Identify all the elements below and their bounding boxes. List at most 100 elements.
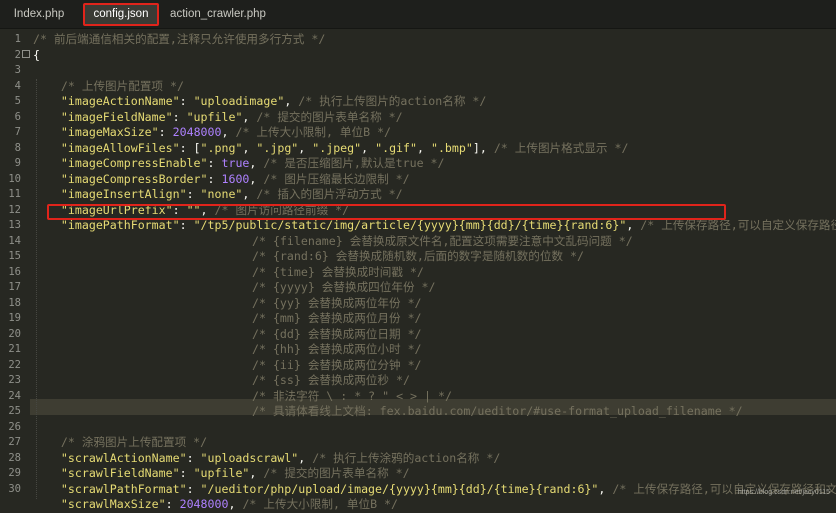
line-number: 9 <box>14 157 21 169</box>
indent-guide <box>36 79 37 499</box>
code-line: "imagePathFormat": "/tp5/public/static/i… <box>33 218 836 234</box>
code-token: "uploadimage" <box>193 94 285 108</box>
code-token: /* 上传大小限制, 单位B */ <box>242 497 399 511</box>
code-token: : [ <box>179 140 201 155</box>
fold-toggle-icon[interactable] <box>22 50 30 58</box>
line-number: 5 <box>14 95 21 107</box>
line-number: 12 <box>8 203 21 216</box>
code-line: "scrawlPathFormat": "/ueditor/php/upload… <box>33 482 836 498</box>
line-number: 26 <box>8 420 21 433</box>
code-token: /* 提交的图片表单名称 */ <box>263 466 410 480</box>
code-token: , <box>242 109 257 124</box>
code-token: ".jpg" <box>256 140 299 155</box>
code-token: "upfile" <box>193 466 250 480</box>
tab-config-json[interactable]: config.json <box>83 3 159 26</box>
line-number: 15 <box>8 250 21 262</box>
code-token: ".bmp" <box>430 140 473 155</box>
line-number: 17 <box>8 281 21 293</box>
code-token: /* 上传图片格式显示 */ <box>493 140 629 155</box>
code-line: /* 前后端通信相关的配置,注释只允许使用多行方式 */ <box>33 32 325 48</box>
tab-index-php[interactable]: Index.php <box>8 4 70 24</box>
code-token: , <box>598 481 613 496</box>
line-number: 7 <box>14 126 21 138</box>
line-number: 30 <box>8 482 21 495</box>
code-token: : <box>207 171 222 186</box>
code-token: /* 上传保存路径,可以自定义保存路径和 <box>640 218 836 232</box>
code-token: /* 涂鸦图片上传配置项 */ <box>60 435 208 449</box>
line-number: 14 <box>8 234 21 247</box>
code-token: ], <box>472 140 494 155</box>
highlight-box-image-path-format <box>47 204 726 220</box>
code-token: /* 插入的图片浮动方式 */ <box>256 187 403 201</box>
line-number: 13 <box>8 219 21 231</box>
code-token: , <box>242 187 257 201</box>
line-number: 28 <box>8 451 21 464</box>
code-token: "imagePathFormat" <box>60 218 180 232</box>
line-number: 23 <box>8 374 21 386</box>
line-number: 18 <box>8 296 21 309</box>
code-token: "/tp5/public/static/img/article/{yyyy}{m… <box>193 218 627 232</box>
code-line: /* {rand:6} 会替换成随机数,后面的数字是随机数的位数 */ <box>252 249 584 265</box>
code-token: "uploadscrawl" <box>200 450 299 465</box>
code-line: /* 具请体看线上文档: fex.baidu.com/ueditor/#use-… <box>252 404 743 420</box>
code-token: /* {dd} 会替换成两位日期 */ <box>252 326 422 341</box>
code-token: /* 提交的图片表单名称 */ <box>256 109 403 124</box>
code-token: "scrawlActionName" <box>60 450 187 465</box>
code-line: /* {hh} 会替换成两位小时 */ <box>252 342 422 358</box>
code-line: "imageInsertAlign": "none", /* 插入的图片浮动方式… <box>33 187 403 203</box>
code-token: /* {hh} 会替换成两位小时 */ <box>252 342 422 356</box>
code-token: /* 图片压缩最长边限制 */ <box>263 171 410 186</box>
line-number: 22 <box>8 358 21 371</box>
code-line: /* {filename} 会替换成原文件名,配置这项需要注意中文乱码问题 */ <box>252 234 633 250</box>
code-token: "scrawlPathFormat" <box>60 481 187 496</box>
code-token: /* 执行上传图片的action名称 */ <box>298 94 487 108</box>
code-token: , <box>249 466 264 480</box>
line-number: 3 <box>14 64 21 76</box>
code-token: ".jpeg" <box>312 140 362 155</box>
code-line: /* {ii} 会替换成两位分钟 */ <box>252 358 422 374</box>
code-line: /* 涂鸦图片上传配置项 */ <box>33 435 207 451</box>
code-token: : <box>179 218 194 232</box>
code-token: , <box>284 94 299 108</box>
code-line: "imageAllowFiles": [".png", ".jpg", ".jp… <box>33 140 629 157</box>
code-token: /* {filename} 会替换成原文件名,配置这项需要注意中文乱码问题 */ <box>252 233 633 248</box>
line-number: 19 <box>8 312 21 324</box>
line-number: 6 <box>14 110 21 123</box>
code-token: : <box>165 497 180 511</box>
line-number: 20 <box>8 327 21 340</box>
code-line: "scrawlFieldName": "upfile", /* 提交的图片表单名… <box>33 466 410 482</box>
code-token: , <box>298 140 313 155</box>
code-line: "imageCompressBorder": 1600, /* 图片压缩最长边限… <box>33 172 410 188</box>
code-token: 1600 <box>221 171 250 186</box>
line-number: 11 <box>8 188 21 200</box>
line-number: 29 <box>8 467 21 479</box>
code-token: , <box>249 156 264 170</box>
code-token: 2048000 <box>179 497 229 511</box>
line-number: 1 <box>14 33 21 45</box>
line-number: 4 <box>14 79 21 92</box>
code-token: /* 前后端通信相关的配置,注释只允许使用多行方式 */ <box>33 32 326 46</box>
code-token: /* 是否压缩图片,默认是true */ <box>263 156 445 170</box>
code-line: "imageActionName": "uploadimage", /* 执行上… <box>33 94 486 110</box>
code-token: : <box>158 125 173 139</box>
tab-action-crawler-php[interactable]: action_crawler.php <box>170 4 266 24</box>
code-token: "upfile" <box>186 109 243 124</box>
code-token: "imageCompressBorder" <box>60 171 208 186</box>
code-editor[interactable]: 1 2 3 4 5 6 7 8 9 10 11 12 13 14 15 16 17 18 19 20 21 22 23 24 2… <box>0 29 836 511</box>
code-token: : <box>186 187 201 201</box>
code-line: /* 非法字符 \ : * ? " < > | */ <box>252 389 452 405</box>
code-token: : <box>179 94 194 108</box>
code-token: /* {rand:6} 会替换成随机数,后面的数字是随机数的位数 */ <box>252 249 584 263</box>
code-line: /* {yy} 会替换成两位年份 */ <box>252 296 422 312</box>
code-token: /* {ii} 会替换成两位分钟 */ <box>252 357 422 372</box>
code-token: , <box>242 140 257 155</box>
code-token: /* {yy} 会替换成两位年份 */ <box>252 295 422 310</box>
code-token: /* {time} 会替换成时间戳 */ <box>252 264 424 279</box>
code-token: "scrawlMaxSize" <box>60 497 166 511</box>
